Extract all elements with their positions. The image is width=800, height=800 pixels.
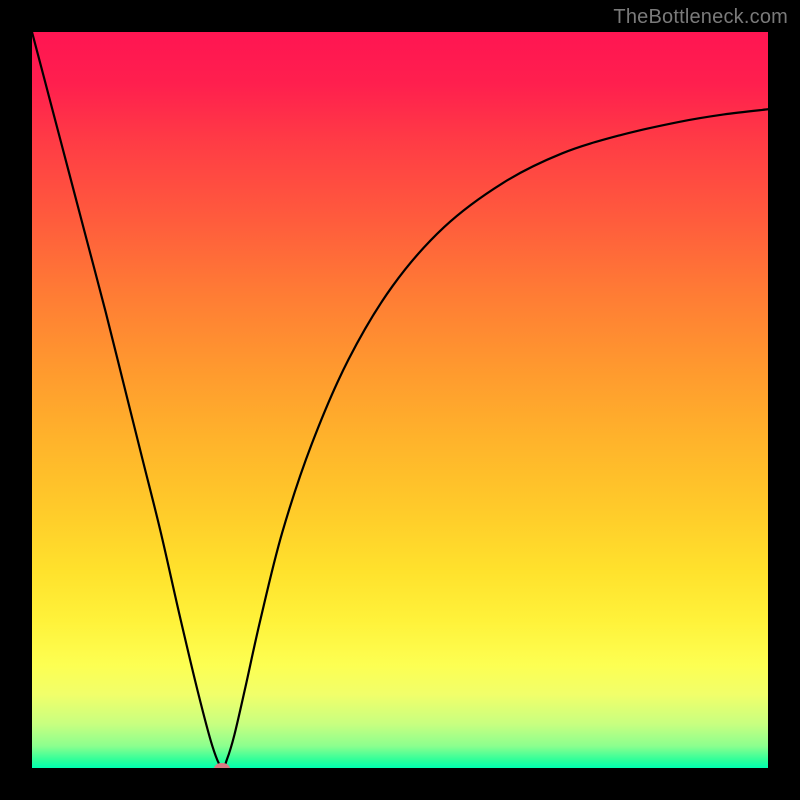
- bottleneck-curve: [32, 32, 768, 768]
- chart-frame: TheBottleneck.com: [0, 0, 800, 800]
- curve-layer: [32, 32, 768, 768]
- watermark-text: TheBottleneck.com: [613, 6, 788, 29]
- plot-area: [32, 32, 768, 768]
- min-marker: [214, 763, 230, 768]
